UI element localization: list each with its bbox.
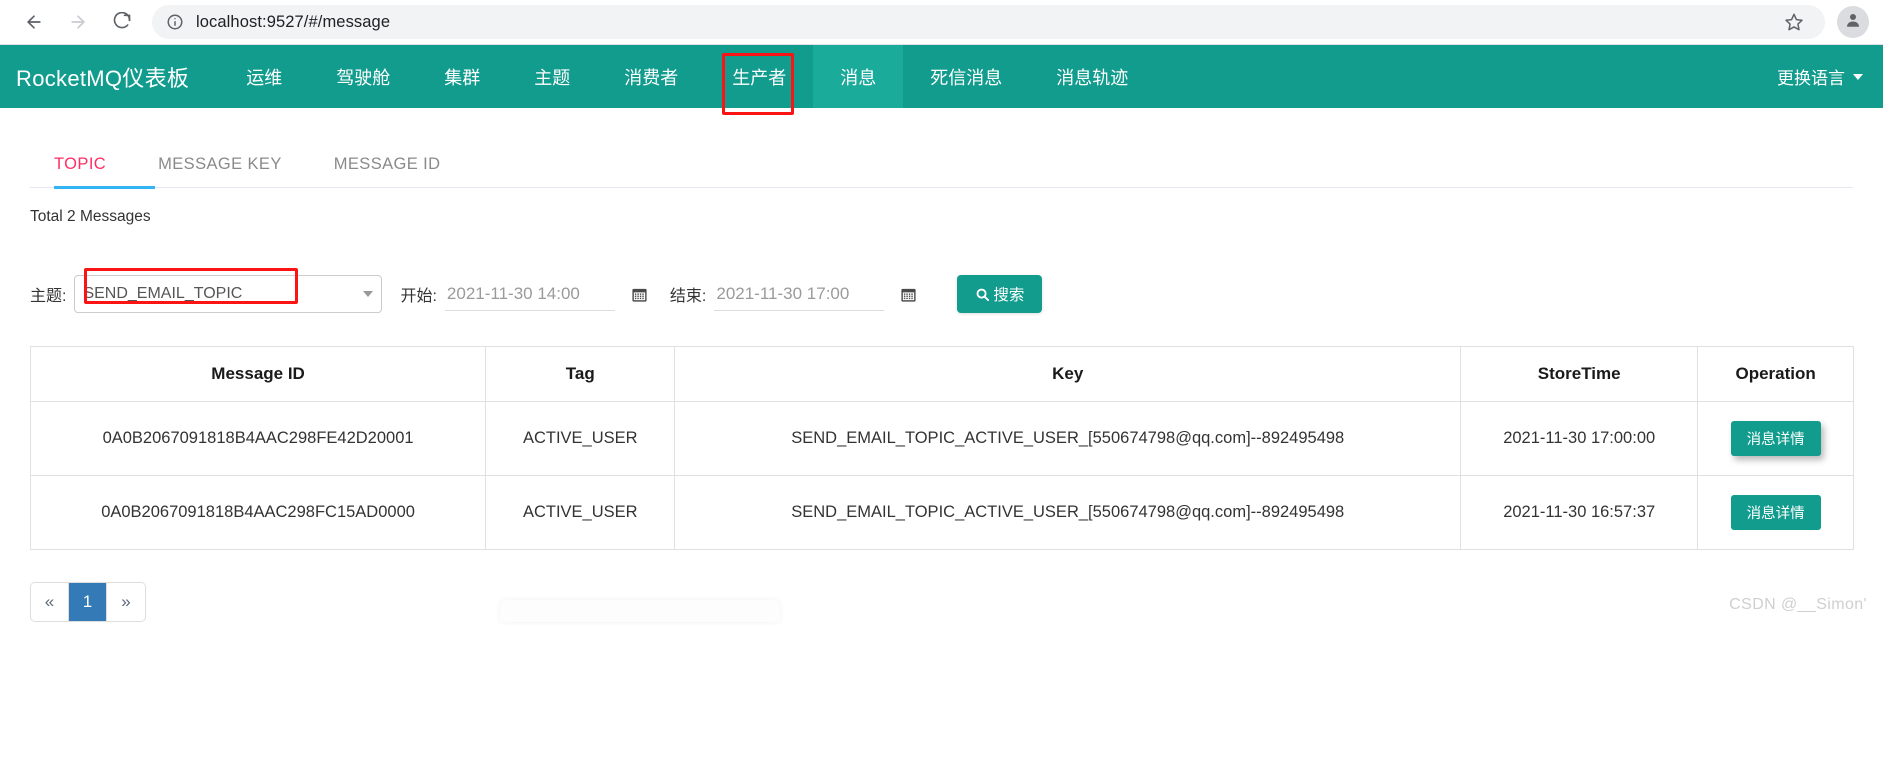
nav-item-dashboard[interactable]: 驾驶舱 (309, 45, 417, 108)
search-button-label: 搜索 (993, 287, 1025, 304)
back-button[interactable] (14, 2, 54, 42)
header-tag: Tag (485, 346, 676, 402)
cell-store-time: 2021-11-30 16:57:37 (1460, 475, 1699, 550)
search-button[interactable]: 搜索 (957, 275, 1043, 313)
end-date-group: 结束: (669, 277, 917, 311)
tab-active-underline (54, 186, 155, 189)
nav-item-message-trace[interactable]: 消息轨迹 (1029, 45, 1155, 108)
status-popup-ghost (500, 600, 780, 622)
pagination-page-1[interactable]: 1 (69, 583, 107, 621)
begin-date-input[interactable] (444, 277, 615, 311)
end-label: 结束: (669, 288, 707, 305)
header-message-id: Message ID (29, 346, 487, 402)
begin-label: 开始: (400, 288, 437, 305)
nav-item-ops[interactable]: 运维 (219, 45, 309, 108)
cell-message-id: 0A0B2067091818B4AAC298FE42D20001 (29, 401, 487, 476)
arrow-left-icon (24, 12, 44, 32)
calendar-icon[interactable] (900, 286, 917, 303)
browser-nav-buttons (14, 2, 142, 42)
chevron-down-icon (1853, 73, 1863, 80)
search-form: 主题: SEND_EMAIL_TOPIC 开始: 结束: 搜索 (30, 268, 1853, 316)
pagination-next[interactable]: » (107, 583, 145, 621)
topic-select-value: SEND_EMAIL_TOPIC (83, 285, 243, 302)
cell-key: SEND_EMAIL_TOPIC_ACTIVE_USER_[550674798@… (674, 475, 1462, 550)
app-navbar: RocketMQ仪表板 运维 驾驶舱 集群 主题 消费者 生产者 消息 死信消息… (0, 45, 1883, 115)
message-detail-button[interactable]: 消息详情 (1730, 421, 1821, 456)
nav-item-dead-letter[interactable]: 死信消息 (903, 45, 1029, 108)
cell-key: SEND_EMAIL_TOPIC_ACTIVE_USER_[550674798@… (674, 401, 1462, 476)
cell-store-time: 2021-11-30 17:00:00 (1460, 401, 1699, 476)
end-date-input[interactable] (714, 277, 885, 311)
nav-item-cluster[interactable]: 集群 (417, 45, 507, 108)
table-body: 0A0B2067091818B4AAC298FE42D20001 ACTIVE_… (29, 401, 1854, 550)
topic-label: 主题: (30, 288, 67, 305)
pagination-prev[interactable]: « (31, 583, 69, 621)
cell-tag: ACTIVE_USER (485, 475, 676, 550)
cell-message-id: 0A0B2067091818B4AAC298FC15AD0000 (29, 475, 487, 550)
arrow-right-icon (68, 12, 88, 32)
table-row: 0A0B2067091818B4AAC298FC15AD0000 ACTIVE_… (29, 475, 1854, 550)
reload-icon (112, 12, 132, 32)
message-detail-button[interactable]: 消息详情 (1730, 495, 1821, 530)
app-brand[interactable]: RocketMQ仪表板 (16, 45, 219, 108)
pagination: « 1 » (30, 582, 146, 622)
watermark: CSDN @__Simon' (1729, 596, 1867, 613)
language-label: 更换语言 (1777, 69, 1845, 88)
cell-operation: 消息详情 (1697, 401, 1854, 476)
nav-item-producer[interactable]: 生产者 (705, 45, 813, 108)
header-key: Key (674, 346, 1462, 402)
info-circle-icon[interactable] (166, 13, 184, 31)
magnifier-icon (975, 287, 990, 302)
nav-item-consumer[interactable]: 消费者 (597, 45, 705, 108)
nav-items: 运维 驾驶舱 集群 主题 消费者 生产者 消息 死信消息 消息轨迹 (219, 45, 1155, 108)
table-row: 0A0B2067091818B4AAC298FE42D20001 ACTIVE_… (29, 401, 1854, 476)
nav-item-message[interactable]: 消息 (813, 45, 904, 108)
topic-select[interactable]: SEND_EMAIL_TOPIC (74, 275, 383, 313)
address-bar[interactable]: localhost:9527/#/message (152, 5, 1825, 39)
tab-bar: TOPIC MESSAGE KEY MESSAGE ID (30, 142, 1853, 189)
forward-button[interactable] (58, 2, 98, 42)
reload-button[interactable] (102, 2, 142, 42)
browser-toolbar: localhost:9527/#/message (0, 0, 1883, 44)
star-icon[interactable] (1777, 5, 1811, 39)
tab-message-key[interactable]: MESSAGE KEY (132, 155, 308, 187)
cell-operation: 消息详情 (1697, 475, 1854, 550)
language-switcher[interactable]: 更换语言 (1777, 45, 1863, 108)
tab-topic[interactable]: TOPIC (30, 155, 132, 187)
cell-tag: ACTIVE_USER (485, 401, 676, 476)
tab-message-id[interactable]: MESSAGE ID (308, 155, 467, 187)
table-header-row: Message ID Tag Key StoreTime Operation (29, 346, 1854, 402)
page-content: TOPIC MESSAGE KEY MESSAGE ID Total 2 Mes… (0, 142, 1883, 622)
header-operation: Operation (1697, 346, 1854, 402)
begin-date-group: 开始: (400, 277, 648, 311)
chevron-down-icon (363, 291, 374, 297)
nav-item-topic[interactable]: 主题 (507, 45, 597, 108)
url-text: localhost:9527/#/message (196, 12, 391, 31)
calendar-icon[interactable] (631, 286, 648, 303)
header-store-time: StoreTime (1460, 346, 1699, 402)
avatar[interactable] (1837, 6, 1869, 38)
table-head: Message ID Tag Key StoreTime Operation (29, 346, 1854, 402)
messages-table: Message ID Tag Key StoreTime Operation 0… (29, 346, 1854, 550)
avatar-icon (1844, 11, 1862, 34)
total-messages-label: Total 2 Messages (30, 208, 151, 225)
